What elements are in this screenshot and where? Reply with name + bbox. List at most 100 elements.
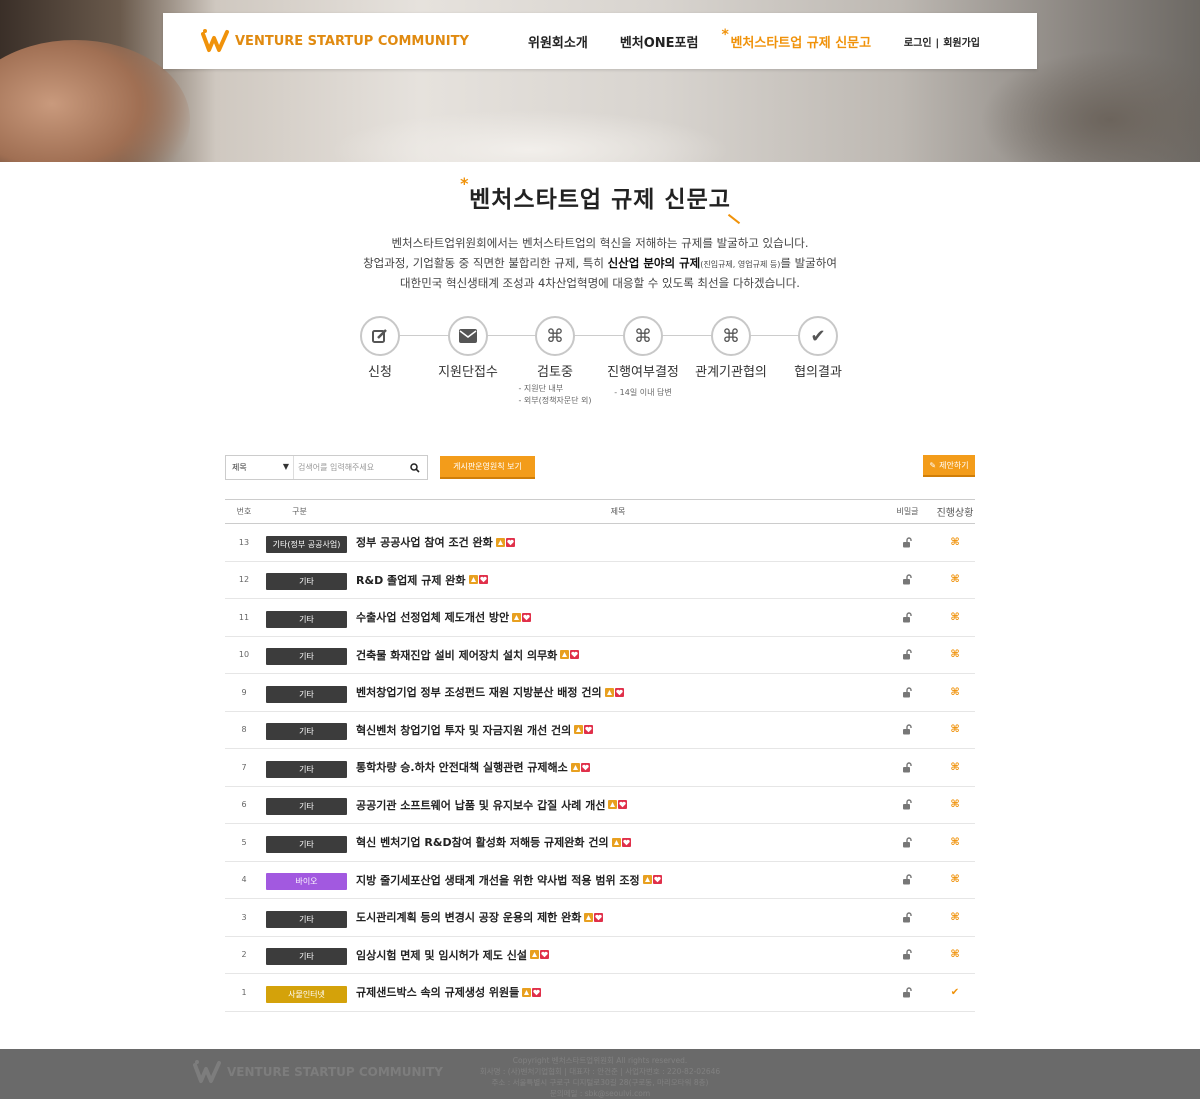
category-badge: 기타 bbox=[266, 610, 347, 628]
table-row[interactable]: 5 기타 혁신 벤처기업 R&D참여 활성화 저해등 규제완화 건의 ⌘ bbox=[225, 824, 975, 862]
title-cell[interactable]: 정부 공공사업 참여 조건 완화 bbox=[356, 534, 880, 550]
status-cell: ⌘ bbox=[935, 762, 975, 773]
new-post-icon bbox=[529, 950, 539, 960]
table-row[interactable]: 13 기타(정부 공공사업) 정부 공공사업 참여 조건 완화 ⌘ bbox=[225, 524, 975, 562]
step-label: 검토중 bbox=[537, 365, 573, 380]
title-cell[interactable]: 규제샌드박스 속의 규제생성 위원들 bbox=[356, 984, 880, 1000]
status-icon: ⌘ bbox=[950, 761, 960, 773]
menu-item-regulation[interactable]: 벤처스타트업 규제 신문고 bbox=[721, 27, 871, 51]
row-title-link[interactable]: 정부 공공사업 참여 조건 완화 bbox=[356, 534, 493, 550]
step-label: 관계기관협의 bbox=[695, 365, 767, 380]
row-title-link[interactable]: R&D 졸업제 규제 완화 bbox=[356, 572, 466, 588]
row-title-link[interactable]: 혁신 벤처기업 R&D참여 활성화 저해등 규제완화 건의 bbox=[356, 834, 609, 850]
hero-banner: VENTURE STARTUP COMMUNITY 위원회소개 벤처ONE포럼 … bbox=[0, 0, 1200, 162]
row-title-link[interactable]: 도시관리계획 등의 변경시 공장 운용의 제한 완화 bbox=[356, 909, 581, 925]
row-title-link[interactable]: 건축물 화재진압 설비 제어장치 설치 의무화 bbox=[356, 647, 557, 663]
row-title-link[interactable]: 수출사업 선정업체 제도개선 방안 bbox=[356, 609, 509, 625]
row-title-link[interactable]: 혁신벤처 창업기업 투자 및 자금지원 개선 건의 bbox=[356, 722, 571, 738]
menu-item-committee[interactable]: 위원회소개 bbox=[528, 32, 588, 51]
status-icon: ⌘ bbox=[950, 686, 960, 698]
unlock-icon bbox=[903, 574, 912, 585]
category-badge: 기타 bbox=[266, 910, 347, 928]
search-icon[interactable] bbox=[403, 456, 427, 479]
table-row[interactable]: 1 사물인터넷 규제샌드박스 속의 규제생성 위원들 ✔ bbox=[225, 974, 975, 1012]
process-steps: 신청 지원단접수 ⌘ 검토중 - 지원단 내부 - 외부(정책자문단 외) ⌘ … bbox=[357, 316, 847, 406]
status-icon: ⌘ bbox=[950, 649, 960, 661]
row-number: 6 bbox=[241, 800, 247, 810]
new-post-icon bbox=[495, 537, 505, 547]
table-row[interactable]: 9 기타 벤처창업기업 정부 조성펀드 재원 지방분산 배정 건의 ⌘ bbox=[225, 674, 975, 712]
title-cell[interactable]: 혁신 벤처기업 R&D참여 활성화 저해등 규제완화 건의 bbox=[356, 834, 880, 850]
title-cell[interactable]: 건축물 화재진압 설비 제어장치 설치 의무화 bbox=[356, 647, 880, 663]
table-row[interactable]: 3 기타 도시관리계획 등의 변경시 공장 운용의 제한 완화 ⌘ bbox=[225, 899, 975, 937]
secret-cell bbox=[880, 983, 935, 1002]
table-row[interactable]: 11 기타 수출사업 선정업체 제도개선 방안 ⌘ bbox=[225, 599, 975, 637]
table-row[interactable]: 6 기타 공공기관 소프트웨어 납품 및 유지보수 갑질 사례 개선 ⌘ bbox=[225, 787, 975, 824]
title-cell[interactable]: 수출사업 선정업체 제도개선 방안 bbox=[356, 609, 880, 625]
search-field-select[interactable]: 제목 ▼ bbox=[226, 456, 294, 479]
row-number: 13 bbox=[238, 537, 250, 547]
row-number: 5 bbox=[241, 837, 247, 847]
title-cell[interactable]: 통학차량 승.하차 안전대책 실행관련 규제해소 bbox=[356, 759, 880, 775]
table-row[interactable]: 8 기타 혁신벤처 창업기업 투자 및 자금지원 개선 건의 ⌘ bbox=[225, 712, 975, 749]
command-icon: ⌘ bbox=[623, 316, 663, 356]
title-cell[interactable]: 혁신벤처 창업기업 투자 및 자금지원 개선 건의 bbox=[356, 722, 880, 738]
title-cell[interactable]: R&D 졸업제 규제 완화 bbox=[356, 572, 880, 588]
search-box: 제목 ▼ 검색어를 입력해주세요 bbox=[225, 455, 428, 480]
search-input[interactable]: 검색어를 입력해주세요 bbox=[294, 456, 403, 479]
unlock-icon bbox=[903, 762, 912, 773]
title-cell[interactable]: 공공기관 소프트웨어 납품 및 유지보수 갑질 사례 개선 bbox=[356, 797, 880, 813]
site-logo[interactable]: VENTURE STARTUP COMMUNITY bbox=[201, 28, 469, 54]
footer-address: 주소 : 서울특별시 구로구 디지털로30길 28(구로동, 마리오타워 8층) bbox=[491, 1078, 709, 1087]
table-row[interactable]: 4 바이오 지방 줄기세포산업 생태계 개선을 위한 약사법 적용 범위 조정 ⌘ bbox=[225, 862, 975, 899]
step-review: ⌘ 검토중 - 지원단 내부 - 외부(정책자문단 외) bbox=[510, 316, 600, 407]
row-title-link[interactable]: 통학차량 승.하차 안전대책 실행관련 규제해소 bbox=[356, 759, 568, 775]
heart-icon bbox=[614, 687, 624, 697]
menu-item-forum[interactable]: 벤처ONE포럼 bbox=[620, 32, 699, 51]
status-cell: ⌘ bbox=[935, 687, 975, 698]
table-row[interactable]: 2 기타 임상시험 면제 및 임시허가 제도 신설 ⌘ bbox=[225, 937, 975, 974]
heart-icon bbox=[618, 800, 628, 810]
status-icon: ⌘ bbox=[950, 911, 960, 923]
table-row[interactable]: 10 기타 건축물 화재진압 설비 제어장치 설치 의무화 ⌘ bbox=[225, 637, 975, 674]
heart-icon bbox=[652, 875, 662, 885]
check-icon: ✔ bbox=[798, 316, 838, 356]
new-post-icon bbox=[512, 612, 522, 622]
intro-line: 창업과정, 기업활동 중 직면한 불합리한 규제, 특히 신산업 분야의 규제(… bbox=[363, 255, 837, 270]
secret-cell bbox=[880, 870, 935, 889]
envelope-icon bbox=[448, 316, 488, 356]
signup-link[interactable]: 회원가입 bbox=[943, 38, 980, 49]
status-cell: ⌘ bbox=[935, 612, 975, 623]
propose-button[interactable]: ✎ 제안하기 bbox=[923, 455, 975, 477]
step-sub: - 지원단 내부 - 외부(정책자문단 외) bbox=[518, 384, 592, 405]
row-title-link[interactable]: 벤처창업기업 정부 조성펀드 재원 지방분산 배정 건의 bbox=[356, 684, 602, 700]
category-cell: 기타 bbox=[263, 907, 356, 928]
category-badge: 기타 bbox=[266, 573, 347, 591]
step-apply: 신청 bbox=[335, 316, 425, 380]
table-row[interactable]: 7 기타 통학차량 승.하차 안전대책 실행관련 규제해소 ⌘ bbox=[225, 749, 975, 787]
board-rules-button[interactable]: 게시판운영원칙 보기 bbox=[440, 456, 535, 479]
col-title: 제목 bbox=[610, 507, 626, 516]
heart-icon bbox=[522, 612, 532, 622]
row-title-link[interactable]: 규제샌드박스 속의 규제생성 위원들 bbox=[356, 984, 519, 1000]
row-title-link[interactable]: 지방 줄기세포산업 생태계 개선을 위한 약사법 적용 범위 조정 bbox=[356, 872, 640, 888]
heart-icon bbox=[539, 950, 549, 960]
unlock-icon bbox=[903, 649, 912, 660]
intro-line: 벤처스타트업위원회에서는 벤처스타트업의 혁신을 저해하는 규제를 발굴하고 있… bbox=[391, 236, 809, 250]
pencil-icon: ✎ bbox=[929, 460, 937, 470]
row-title-link[interactable]: 임상시험 면제 및 임시허가 제도 신설 bbox=[356, 947, 527, 963]
title-cell[interactable]: 임상시험 면제 및 임시허가 제도 신설 bbox=[356, 947, 880, 963]
heart-icon bbox=[478, 575, 488, 585]
title-cell[interactable]: 벤처창업기업 정부 조성펀드 재원 지방분산 배정 건의 bbox=[356, 684, 880, 700]
status-cell: ⌘ bbox=[935, 874, 975, 885]
title-cell[interactable]: 도시관리계획 등의 변경시 공장 운용의 제한 완화 bbox=[356, 909, 880, 925]
table-row[interactable]: 12 기타 R&D 졸업제 규제 완화 ⌘ bbox=[225, 562, 975, 599]
status-cell: ⌘ bbox=[935, 949, 975, 960]
row-title-link[interactable]: 공공기관 소프트웨어 납품 및 유지보수 갑질 사례 개선 bbox=[356, 797, 605, 813]
table-body: 13 기타(정부 공공사업) 정부 공공사업 참여 조건 완화 ⌘ 12 기타 R&D 졸업… bbox=[225, 524, 975, 1012]
category-badge: 기타 bbox=[266, 948, 347, 966]
new-post-icon bbox=[608, 800, 618, 810]
regulation-table: 번호 구분 제목 비밀글 진행상황 13 기타(정부 공공사업) 정부 공공사업 참… bbox=[225, 499, 975, 1012]
login-link[interactable]: 로그인 bbox=[904, 38, 932, 49]
title-cell[interactable]: 지방 줄기세포산업 생태계 개선을 위한 약사법 적용 범위 조정 bbox=[356, 872, 880, 888]
